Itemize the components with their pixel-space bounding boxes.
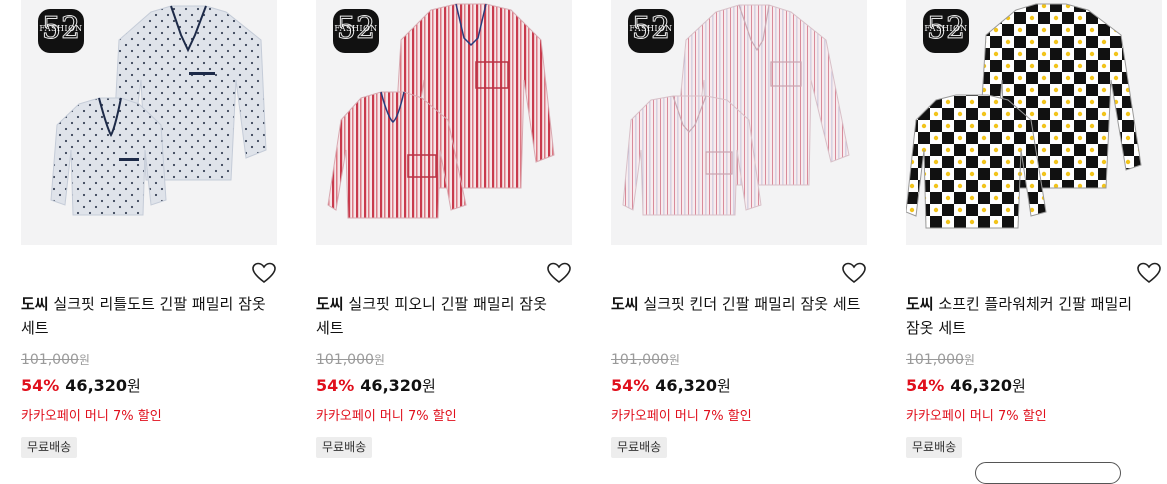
product-brand: 도씨 [21,295,49,313]
promo-text: 카카오페이 머니 7% 할인 [21,409,162,424]
sale-price-row: 54% 46,320원 [316,376,436,395]
product-card[interactable]: 52 FASHION 도씨 실크핏 피오니 긴팔 패밀리 잠옷 세트 101,0… [316,0,572,468]
promo-text: 카카오페이 머니 7% 할인 [906,409,1047,424]
product-brand: 도씨 [906,295,934,313]
brand-logo: 52 FASHION [628,9,674,53]
discount-rate: 54% [611,376,650,395]
product-name: 실크핏 리틀도트 긴팔 패밀리 잠옷 세트 [21,295,266,337]
product-brand: 도씨 [611,295,639,313]
product-name: 소프킨 플라워체커 긴팔 패밀리 잠옷 세트 [906,295,1133,337]
heart-icon[interactable] [1137,262,1161,284]
free-shipping-badge: 무료배송 [611,437,668,458]
promo-text: 카카오페이 머니 7% 할인 [611,409,752,424]
product-title[interactable]: 도씨 실크핏 피오니 긴팔 패밀리 잠옷 세트 [316,292,572,340]
sale-price-row: 54% 46,320원 [611,376,731,395]
product-brand: 도씨 [316,295,344,313]
product-card[interactable]: 52 FASHION 도씨 실크핏 킨더 긴팔 패밀리 잠옷 세트 101,00… [611,0,867,468]
free-shipping-badge: 무료배송 [316,437,373,458]
product-grid: 52 FASHION 도씨 실크핏 리틀도트 긴팔 패밀리 잠옷 세트 101,… [0,0,1167,468]
original-price: 101,000원 [316,352,385,368]
product-title[interactable]: 도씨 실크핏 킨더 긴팔 패밀리 잠옷 세트 [611,292,867,316]
sale-price: 46,320 [655,376,718,395]
product-image[interactable]: 52 FASHION [611,0,867,245]
heart-icon[interactable] [547,262,571,284]
discount-rate: 54% [316,376,355,395]
product-image[interactable]: 52 FASHION [906,0,1162,245]
original-price: 101,000원 [906,352,975,368]
product-card[interactable]: 52 FASHION 도씨 실크핏 리틀도트 긴팔 패밀리 잠옷 세트 101,… [21,0,277,468]
brand-logo: 52 FASHION [333,9,379,53]
sale-price: 46,320 [360,376,423,395]
product-name: 실크핏 킨더 긴팔 패밀리 잠옷 세트 [643,295,861,313]
sale-price: 46,320 [65,376,128,395]
product-card[interactable]: 52 FASHION 도씨 소프킨 플라워체커 긴팔 패밀리 잠옷 세트 101… [906,0,1162,468]
product-image[interactable]: 52 FASHION [316,0,572,245]
original-price: 101,000원 [611,352,680,368]
product-title[interactable]: 도씨 실크핏 리틀도트 긴팔 패밀리 잠옷 세트 [21,292,277,340]
product-image[interactable]: 52 FASHION [21,0,277,245]
sale-price: 46,320 [950,376,1013,395]
discount-rate: 54% [906,376,945,395]
free-shipping-badge: 무료배송 [906,437,963,458]
sale-price-row: 54% 46,320원 [21,376,141,395]
discount-rate: 54% [21,376,60,395]
brand-logo: 52 FASHION [38,9,84,53]
promo-text: 카카오페이 머니 7% 할인 [316,409,457,424]
brand-logo: 52 FASHION [923,9,969,53]
sale-price-row: 54% 46,320원 [906,376,1026,395]
product-name: 실크핏 피오니 긴팔 패밀리 잠옷 세트 [316,295,547,337]
free-shipping-badge: 무료배송 [21,437,78,458]
heart-icon[interactable] [252,262,276,284]
heart-icon[interactable] [842,262,866,284]
product-title[interactable]: 도씨 소프킨 플라워체커 긴팔 패밀리 잠옷 세트 [906,292,1162,340]
floating-button-edge[interactable] [975,462,1121,484]
original-price: 101,000원 [21,352,90,368]
